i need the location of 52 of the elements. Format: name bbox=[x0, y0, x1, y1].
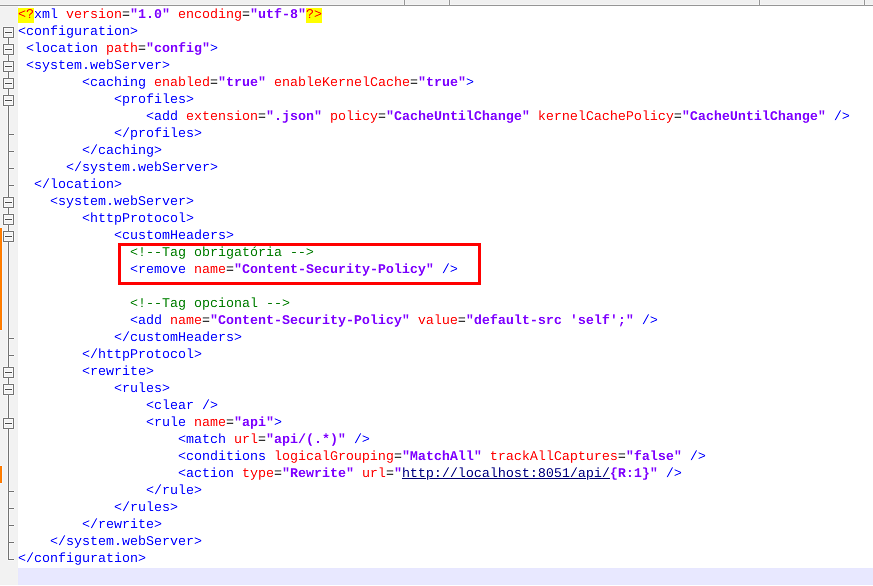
url-link[interactable]: http://localhost:8051/api/ bbox=[402, 467, 610, 482]
fold-button[interactable] bbox=[3, 95, 14, 106]
code-line: <rules> bbox=[112, 382, 170, 397]
code-line: <add name="Content-Security-Policy" value="default-src 'self';" /> bbox=[128, 314, 658, 329]
fold-button[interactable] bbox=[3, 384, 14, 395]
code-line: </system.webServer> bbox=[64, 161, 218, 176]
code-line: <caching enabled="true" enableKernelCache="true"> bbox=[80, 76, 474, 91]
code-line: <clear /> bbox=[144, 399, 218, 414]
code-token: "Rewrite" bbox=[282, 467, 355, 482]
fold-button[interactable] bbox=[3, 197, 14, 208]
code-line: <remove name="Content-Security-Policy" /> bbox=[128, 263, 458, 278]
code-line: <httpProtocol> bbox=[80, 212, 194, 227]
code-line: </rewrite> bbox=[80, 518, 162, 533]
fold-button[interactable] bbox=[3, 61, 14, 72]
code-line: </httpProtocol> bbox=[80, 348, 202, 363]
code-line: </location> bbox=[32, 178, 122, 193]
fold-button[interactable] bbox=[3, 44, 14, 55]
code-token: url bbox=[362, 467, 386, 482]
code-token: type bbox=[242, 467, 274, 482]
code-line: </rules> bbox=[112, 501, 178, 516]
code-line: </caching> bbox=[80, 144, 162, 159]
fold-button[interactable] bbox=[3, 367, 14, 378]
code-line: <!--Tag obrigatória --> bbox=[128, 246, 314, 261]
fold-button[interactable] bbox=[3, 27, 14, 38]
code-line: </system.webServer> bbox=[48, 535, 202, 550]
code-token: = bbox=[386, 467, 394, 482]
code-token: {R:1}" bbox=[610, 467, 659, 482]
code-line: <?xml version="1.0" encoding="utf-8"?> bbox=[18, 8, 322, 23]
code-line: <conditions logicalGrouping="MatchAll" trackAllCaptures="false" /> bbox=[176, 450, 706, 465]
code-token: <action bbox=[176, 467, 235, 482]
code-token: /> bbox=[666, 467, 682, 482]
fold-button[interactable] bbox=[3, 418, 14, 429]
code-line: </customHeaders> bbox=[112, 331, 242, 346]
code-line: <match url="api/(.*)" /> bbox=[176, 433, 370, 448]
code-line: <location path="config"> bbox=[24, 42, 218, 57]
code-token: " bbox=[394, 467, 402, 482]
code-line: </profiles> bbox=[112, 127, 202, 142]
code-line: </configuration> bbox=[18, 552, 146, 567]
code-line: <add extension=".json" policy="CacheUntilChange" kernelCachePolicy="CacheUntilChange" /> bbox=[144, 110, 850, 125]
fold-button[interactable] bbox=[3, 231, 14, 242]
code-line: <!--Tag opcional --> bbox=[128, 297, 290, 312]
code-line: <system.webServer> bbox=[24, 59, 170, 74]
code-line: <rewrite> bbox=[80, 365, 154, 380]
code-token: = bbox=[274, 467, 282, 482]
fold-button[interactable] bbox=[3, 214, 14, 225]
code-line: <configuration> bbox=[18, 25, 138, 40]
code-line: <customHeaders> bbox=[112, 229, 234, 244]
code-line: </rule> bbox=[144, 484, 202, 499]
fold-button[interactable] bbox=[3, 78, 14, 89]
code-line: <rule name="api"> bbox=[144, 416, 282, 431]
code-line: <system.webServer> bbox=[48, 195, 194, 210]
code-line: <profiles> bbox=[112, 93, 194, 108]
